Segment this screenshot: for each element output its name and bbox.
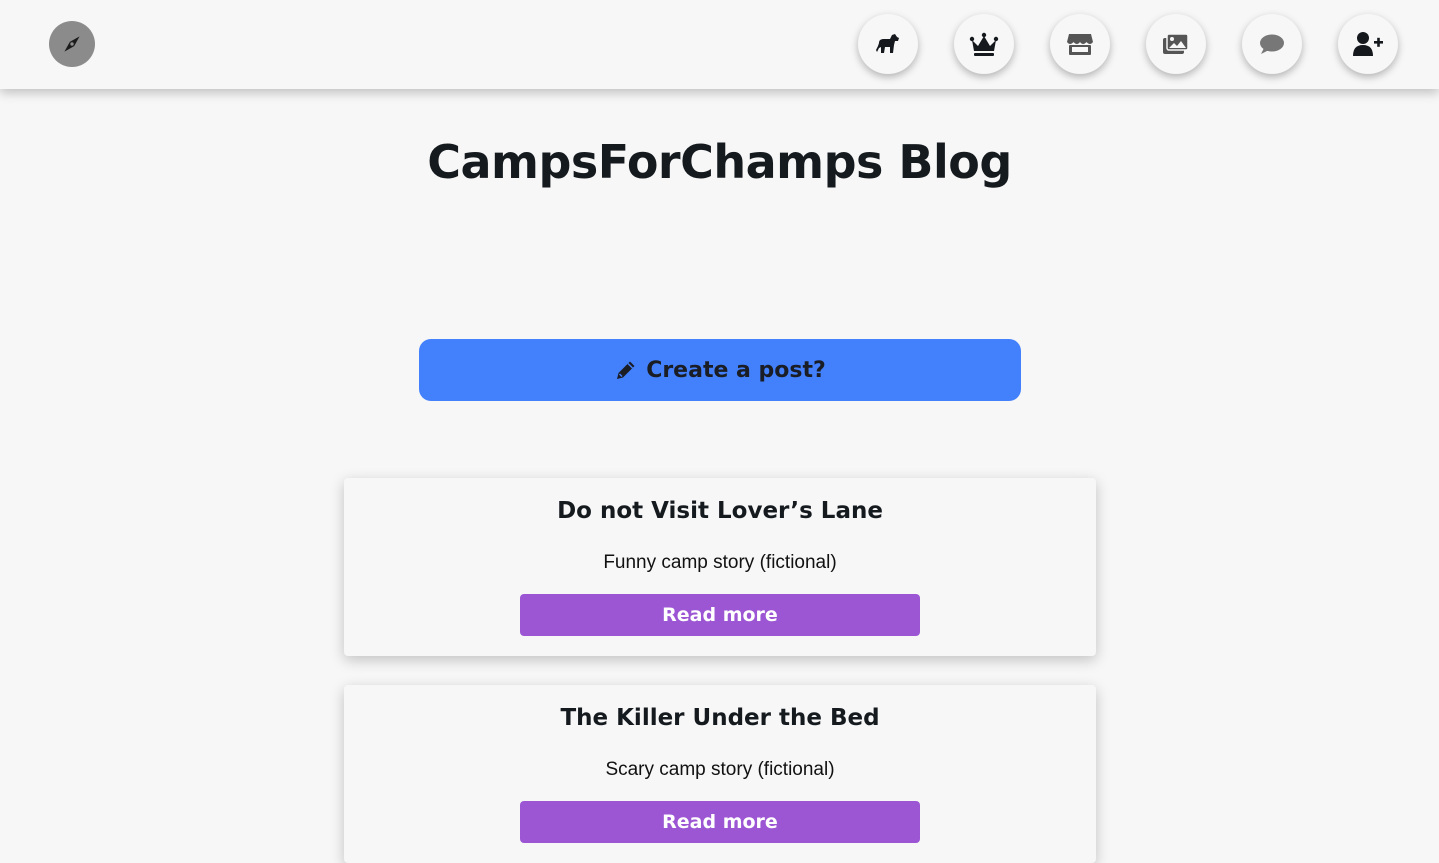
compass-icon [59,31,85,57]
logo-button[interactable] [49,21,95,67]
top-navbar [0,0,1439,89]
comment-icon [1258,31,1286,57]
post-description: Scary camp story (fictional) [605,759,835,780]
post-title: The Killer Under the Bed [560,705,880,731]
store-icon [1065,30,1095,58]
nav-gallery-button[interactable] [1146,14,1206,74]
pencil-icon [614,358,638,382]
read-more-button[interactable]: Read more [520,801,920,843]
nav-crown-button[interactable] [954,14,1014,74]
nav-chat-button[interactable] [1242,14,1302,74]
create-post-label: Create a post? [646,357,826,383]
read-more-button[interactable]: Read more [520,594,920,636]
nav-horse-button[interactable] [858,14,918,74]
post-card: The Killer Under the Bed Scary camp stor… [344,685,1096,863]
post-title: Do not Visit Lover’s Lane [557,498,883,524]
nav-signup-button[interactable] [1338,14,1398,74]
post-description: Funny camp story (fictional) [603,552,837,573]
horse-icon [873,29,903,59]
nav-store-button[interactable] [1050,14,1110,74]
create-post-button[interactable]: Create a post? [419,339,1021,401]
post-card: Do not Visit Lover’s Lane Funny camp sto… [344,478,1096,656]
crown-icon [968,30,1000,58]
user-plus-icon [1352,30,1384,58]
images-icon [1161,30,1191,58]
page-title: CampsForChamps Blog [427,135,1012,189]
